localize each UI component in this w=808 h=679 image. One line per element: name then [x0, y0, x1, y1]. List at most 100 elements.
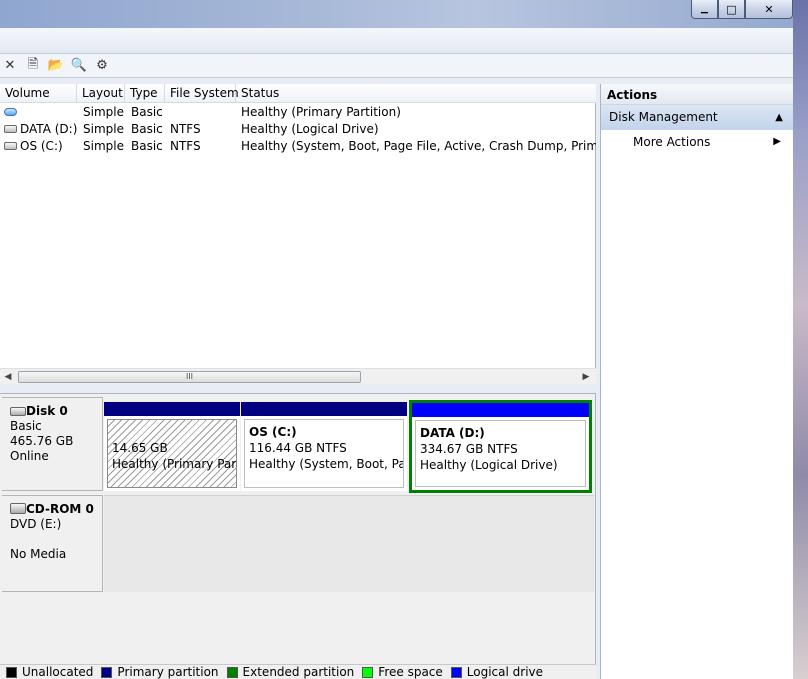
partition-body: OS (C:) 116.44 GB NTFS Healthy (System, … [244, 419, 404, 488]
partition-bar [104, 402, 240, 416]
volume-fs: NTFS [170, 122, 201, 136]
volume-fs: NTFS [170, 139, 201, 153]
open-icon[interactable]: 📂 [46, 56, 66, 76]
search-icon[interactable]: 🔍 [69, 56, 89, 76]
column-header-type[interactable]: Type [125, 84, 165, 103]
legend-label: Primary partition [117, 665, 219, 679]
scroll-thumb[interactable]: III [18, 371, 361, 383]
toolbar: ✕ 🗎 📂 🔍 ⚙ [0, 54, 793, 78]
partition-status: Healthy (System, Boot, Page [249, 457, 404, 471]
disk-size: 465.76 GB [10, 434, 74, 448]
volume-name: DATA (D:) [20, 122, 78, 136]
volume-type: Basic [131, 105, 163, 119]
scroll-left-icon[interactable]: ◀ [0, 369, 16, 385]
settings-icon[interactable]: ⚙ [92, 56, 112, 76]
legend-swatch [101, 666, 113, 678]
legend-item: Unallocated [6, 665, 93, 679]
legend: Unallocated Primary partition Extended p… [0, 664, 596, 679]
disk-type: Basic [10, 419, 42, 433]
column-header-layout[interactable]: Layout [77, 84, 125, 103]
legend-item: Extended partition [226, 665, 355, 679]
table-row[interactable]: DATA (D:) Simple Basic NTFS Healthy (Log… [0, 121, 596, 138]
legend-swatch [226, 666, 238, 678]
disk-name: CD-ROM 0 [26, 502, 94, 516]
partition-os[interactable]: OS (C:) 116.44 GB NTFS Healthy (System, … [241, 402, 407, 491]
legend-swatch [6, 666, 17, 678]
partition-size: 334.67 GB NTFS [420, 442, 518, 456]
scroll-right-icon[interactable]: ▶ [578, 369, 594, 385]
partition-label: DATA (D:) [420, 426, 485, 440]
pane-splitter[interactable] [0, 384, 596, 394]
title-bar: ▁ □ ✕ [0, 0, 793, 28]
volume-list: Volume Layout Type File System Status Si… [0, 84, 596, 384]
volume-name: OS (C:) [20, 139, 63, 153]
close-button[interactable]: ✕ [745, 0, 793, 19]
volume-status: Healthy (Logical Drive) [241, 122, 379, 136]
volume-type: Basic [131, 139, 163, 153]
volume-layout: Simple [83, 105, 124, 119]
volume-status: Healthy (System, Boot, Page File, Active… [241, 139, 596, 153]
column-header-status[interactable]: Status [236, 84, 596, 103]
maximize-icon: □ [726, 2, 737, 16]
partition-status: Healthy (Primary Partit [112, 457, 237, 471]
more-actions-item[interactable]: More Actions ▶ [601, 130, 793, 154]
minimize-button[interactable]: ▁ [691, 0, 718, 19]
partition-bar [412, 403, 589, 417]
column-header-volume[interactable]: Volume [0, 84, 77, 103]
close-icon: ✕ [764, 2, 774, 16]
partition-unlabeled[interactable]: 14.65 GB Healthy (Primary Partit [104, 402, 240, 491]
cdrom-0-info[interactable]: CD-ROM 0 DVD (E:) No Media [2, 495, 103, 592]
minimize-icon: ▁ [701, 4, 708, 14]
partition-size: 14.65 GB [112, 441, 168, 455]
actions-group-disk-management[interactable]: Disk Management ▲ [601, 105, 793, 130]
maximize-button[interactable]: □ [718, 0, 745, 19]
volume-layout: Simple [83, 122, 124, 136]
drive-icon [4, 142, 17, 150]
partition-data[interactable]: DATA (D:) 334.67 GB NTFS Healthy (Logica… [409, 400, 592, 493]
more-actions-label: More Actions [633, 135, 711, 149]
legend-item: Primary partition [101, 665, 219, 679]
collapse-up-icon[interactable]: ▲ [775, 105, 783, 130]
disk-type: DVD (E:) [10, 517, 62, 531]
drive-icon [4, 125, 17, 133]
partition-body: DATA (D:) 334.67 GB NTFS Healthy (Logica… [415, 420, 586, 487]
legend-label: Unallocated [22, 665, 94, 679]
legend-label: Extended partition [242, 665, 355, 679]
disk-state: No Media [10, 547, 67, 561]
disk-name: Disk 0 [26, 404, 68, 418]
horizontal-scrollbar[interactable]: ◀ III ▶ [0, 368, 596, 384]
actions-pane: Actions Disk Management ▲ More Actions ▶ [600, 84, 793, 679]
partition-size: 116.44 GB NTFS [249, 441, 347, 455]
table-row[interactable]: Simple Basic Healthy (Primary Partition) [0, 104, 596, 121]
close-icon[interactable]: ✕ [0, 56, 20, 76]
menu-bar [0, 28, 793, 54]
legend-label: Free space [378, 665, 443, 679]
legend-item: Logical drive [450, 665, 544, 679]
desktop-background [793, 0, 808, 679]
table-row[interactable]: OS (C:) Simple Basic NTFS Healthy (Syste… [0, 138, 596, 155]
disk-icon [10, 407, 26, 416]
properties-icon[interactable]: 🗎 [23, 56, 43, 76]
cdrom-icon [10, 503, 26, 514]
actions-title: Actions [601, 84, 793, 105]
partition-body: 14.65 GB Healthy (Primary Partit [107, 419, 237, 488]
submenu-arrow-icon: ▶ [773, 136, 781, 147]
cdrom-media-area [104, 495, 594, 592]
column-header-file-system[interactable]: File System [165, 84, 239, 103]
actions-group-label: Disk Management [609, 110, 718, 124]
disk-0-info[interactable]: Disk 0 Basic 465.76 GB Online [2, 397, 103, 491]
partition-bar [241, 402, 407, 416]
disk-state: Online [10, 449, 49, 463]
legend-swatch [362, 666, 374, 678]
partition-status: Healthy (Logical Drive) [420, 458, 558, 472]
window-controls: ▁ □ ✕ [691, 0, 793, 20]
volume-type: Basic [131, 122, 163, 136]
partition-label: OS (C:) [249, 425, 297, 439]
volume-list-header: Volume Layout Type File System Status [0, 84, 596, 103]
volume-status: Healthy (Primary Partition) [241, 105, 401, 119]
volume-layout: Simple [83, 139, 124, 153]
legend-swatch [450, 666, 462, 678]
legend-item: Free space [362, 665, 443, 679]
volume-icon [4, 108, 17, 116]
legend-label: Logical drive [466, 665, 544, 679]
